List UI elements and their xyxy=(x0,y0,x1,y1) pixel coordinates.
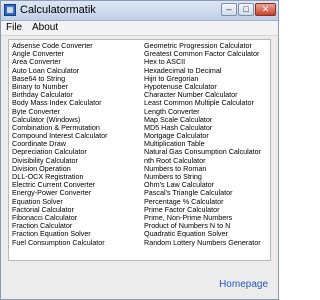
calculator-item[interactable]: Greatest Common Factor Calculator xyxy=(144,50,269,58)
calculator-item[interactable]: Product of Numbers N to N xyxy=(144,222,269,230)
calculator-list-left-column: Adsense Code Converter Angle Converter Are… xyxy=(12,42,140,247)
calculator-item[interactable]: Electric Current Converter xyxy=(12,181,140,189)
calculator-item[interactable]: Pascal's Triangle Calculator xyxy=(144,189,269,197)
calculator-item[interactable]: Quadratic Equation Solver xyxy=(144,230,269,238)
calculator-item[interactable]: Hypotenuse Calculator xyxy=(144,83,269,91)
calculator-icon: ▦ xyxy=(4,4,16,16)
calculator-item[interactable]: Random Lottery Numbers Generator xyxy=(144,239,269,247)
calculator-item[interactable]: Adsense Code Converter xyxy=(12,42,140,50)
calculator-item[interactable]: Character Number Calculator xyxy=(144,91,269,99)
app-window: ▦ Calculatormatik – □ ✕ File About Adsen… xyxy=(0,0,279,300)
calculator-item[interactable]: Calculator (Windows) xyxy=(12,116,140,124)
calculator-item[interactable]: Numbers to String xyxy=(144,173,269,181)
menu-about[interactable]: About xyxy=(32,21,58,35)
calculator-item[interactable]: Hex to ASCII xyxy=(144,58,269,66)
calculator-item[interactable]: Auto Loan Calculator xyxy=(12,67,140,75)
calculator-item[interactable]: Body Mass Index Calculator xyxy=(12,99,140,107)
calculator-item[interactable]: Binary to Number xyxy=(12,83,140,91)
maximize-button[interactable]: □ xyxy=(238,3,254,16)
calculator-list-right-column: Geometric Progression Calculator Greatest… xyxy=(144,42,269,247)
calculator-item[interactable]: Combination & Permutation xyxy=(12,124,140,132)
calculator-item[interactable]: Hijri to Gregorian xyxy=(144,75,269,83)
calculator-item[interactable]: Prime, Non-Prime Numbers xyxy=(144,214,269,222)
calculator-item[interactable]: Percentage % Calculator xyxy=(144,198,269,206)
calculator-item[interactable]: Fuel Consumption Calculator xyxy=(12,239,140,247)
calculator-item[interactable]: Depreciation Calculator xyxy=(12,148,140,156)
maximize-icon: □ xyxy=(243,4,249,14)
calculator-item[interactable]: Natural Gas Consumption Calculator xyxy=(144,148,269,156)
window-title: Calculatormatik xyxy=(20,4,96,16)
calculator-item[interactable]: Multiplication Table xyxy=(144,140,269,148)
minimize-button[interactable]: – xyxy=(221,3,237,16)
calculator-item[interactable]: Fraction Equation Solver xyxy=(12,230,140,238)
calculator-item[interactable]: Fibonacci Calculator xyxy=(12,214,140,222)
calculator-item[interactable]: Prime Factor Calculator xyxy=(144,206,269,214)
calculator-item[interactable]: DLL-OCX Registration xyxy=(12,173,140,181)
calculator-list: Adsense Code Converter Angle Converter Are… xyxy=(8,39,271,261)
calculator-item[interactable]: Divisibility Calculator xyxy=(12,157,140,165)
menu-bar: File About xyxy=(1,21,278,36)
calculator-item[interactable]: Compound Interest Calculator xyxy=(12,132,140,140)
calculator-item[interactable]: Coordinate Draw xyxy=(12,140,140,148)
calculator-item[interactable]: MD5 Hash Calculator xyxy=(144,124,269,132)
calculator-item[interactable]: Equation Solver xyxy=(12,198,140,206)
calculator-item[interactable]: Geometric Progression Calculator xyxy=(144,42,269,50)
calculator-item[interactable]: Angle Converter xyxy=(12,50,140,58)
calculator-item[interactable]: Base64 to String xyxy=(12,75,140,83)
menu-file[interactable]: File xyxy=(6,21,22,35)
calculator-item[interactable]: Mortgage Calculator xyxy=(144,132,269,140)
minimize-icon: – xyxy=(226,4,232,14)
title-bar[interactable]: ▦ Calculatormatik – □ ✕ xyxy=(1,1,278,21)
calculator-item[interactable]: Factorial Calculator xyxy=(12,206,140,214)
calculator-item[interactable]: Energy-Power Converter xyxy=(12,189,140,197)
calculator-item[interactable]: Division Operation xyxy=(12,165,140,173)
close-button[interactable]: ✕ xyxy=(255,3,276,16)
close-icon: ✕ xyxy=(261,4,270,14)
calculator-item[interactable]: Map Scale Calculator xyxy=(144,116,269,124)
footer: Homepage xyxy=(1,263,278,299)
calculator-item[interactable]: Birthday Calculator xyxy=(12,91,140,99)
calculator-item[interactable]: Hexadecimal to Decimal xyxy=(144,67,269,75)
calculator-item[interactable]: nth Root Calculator xyxy=(144,157,269,165)
calculator-item[interactable]: Numbers to Roman xyxy=(144,165,269,173)
calculator-item[interactable]: Fraction Calculator xyxy=(12,222,140,230)
calculator-item[interactable]: Length Converter xyxy=(144,108,269,116)
homepage-link[interactable]: Homepage xyxy=(219,279,268,290)
calculator-item[interactable]: Area Converter xyxy=(12,58,140,66)
calculator-item[interactable]: Least Common Multiple Calculator xyxy=(144,99,269,107)
calculator-item[interactable]: Ohm's Law Calculator xyxy=(144,181,269,189)
calculator-item[interactable]: Byte Converter xyxy=(12,108,140,116)
